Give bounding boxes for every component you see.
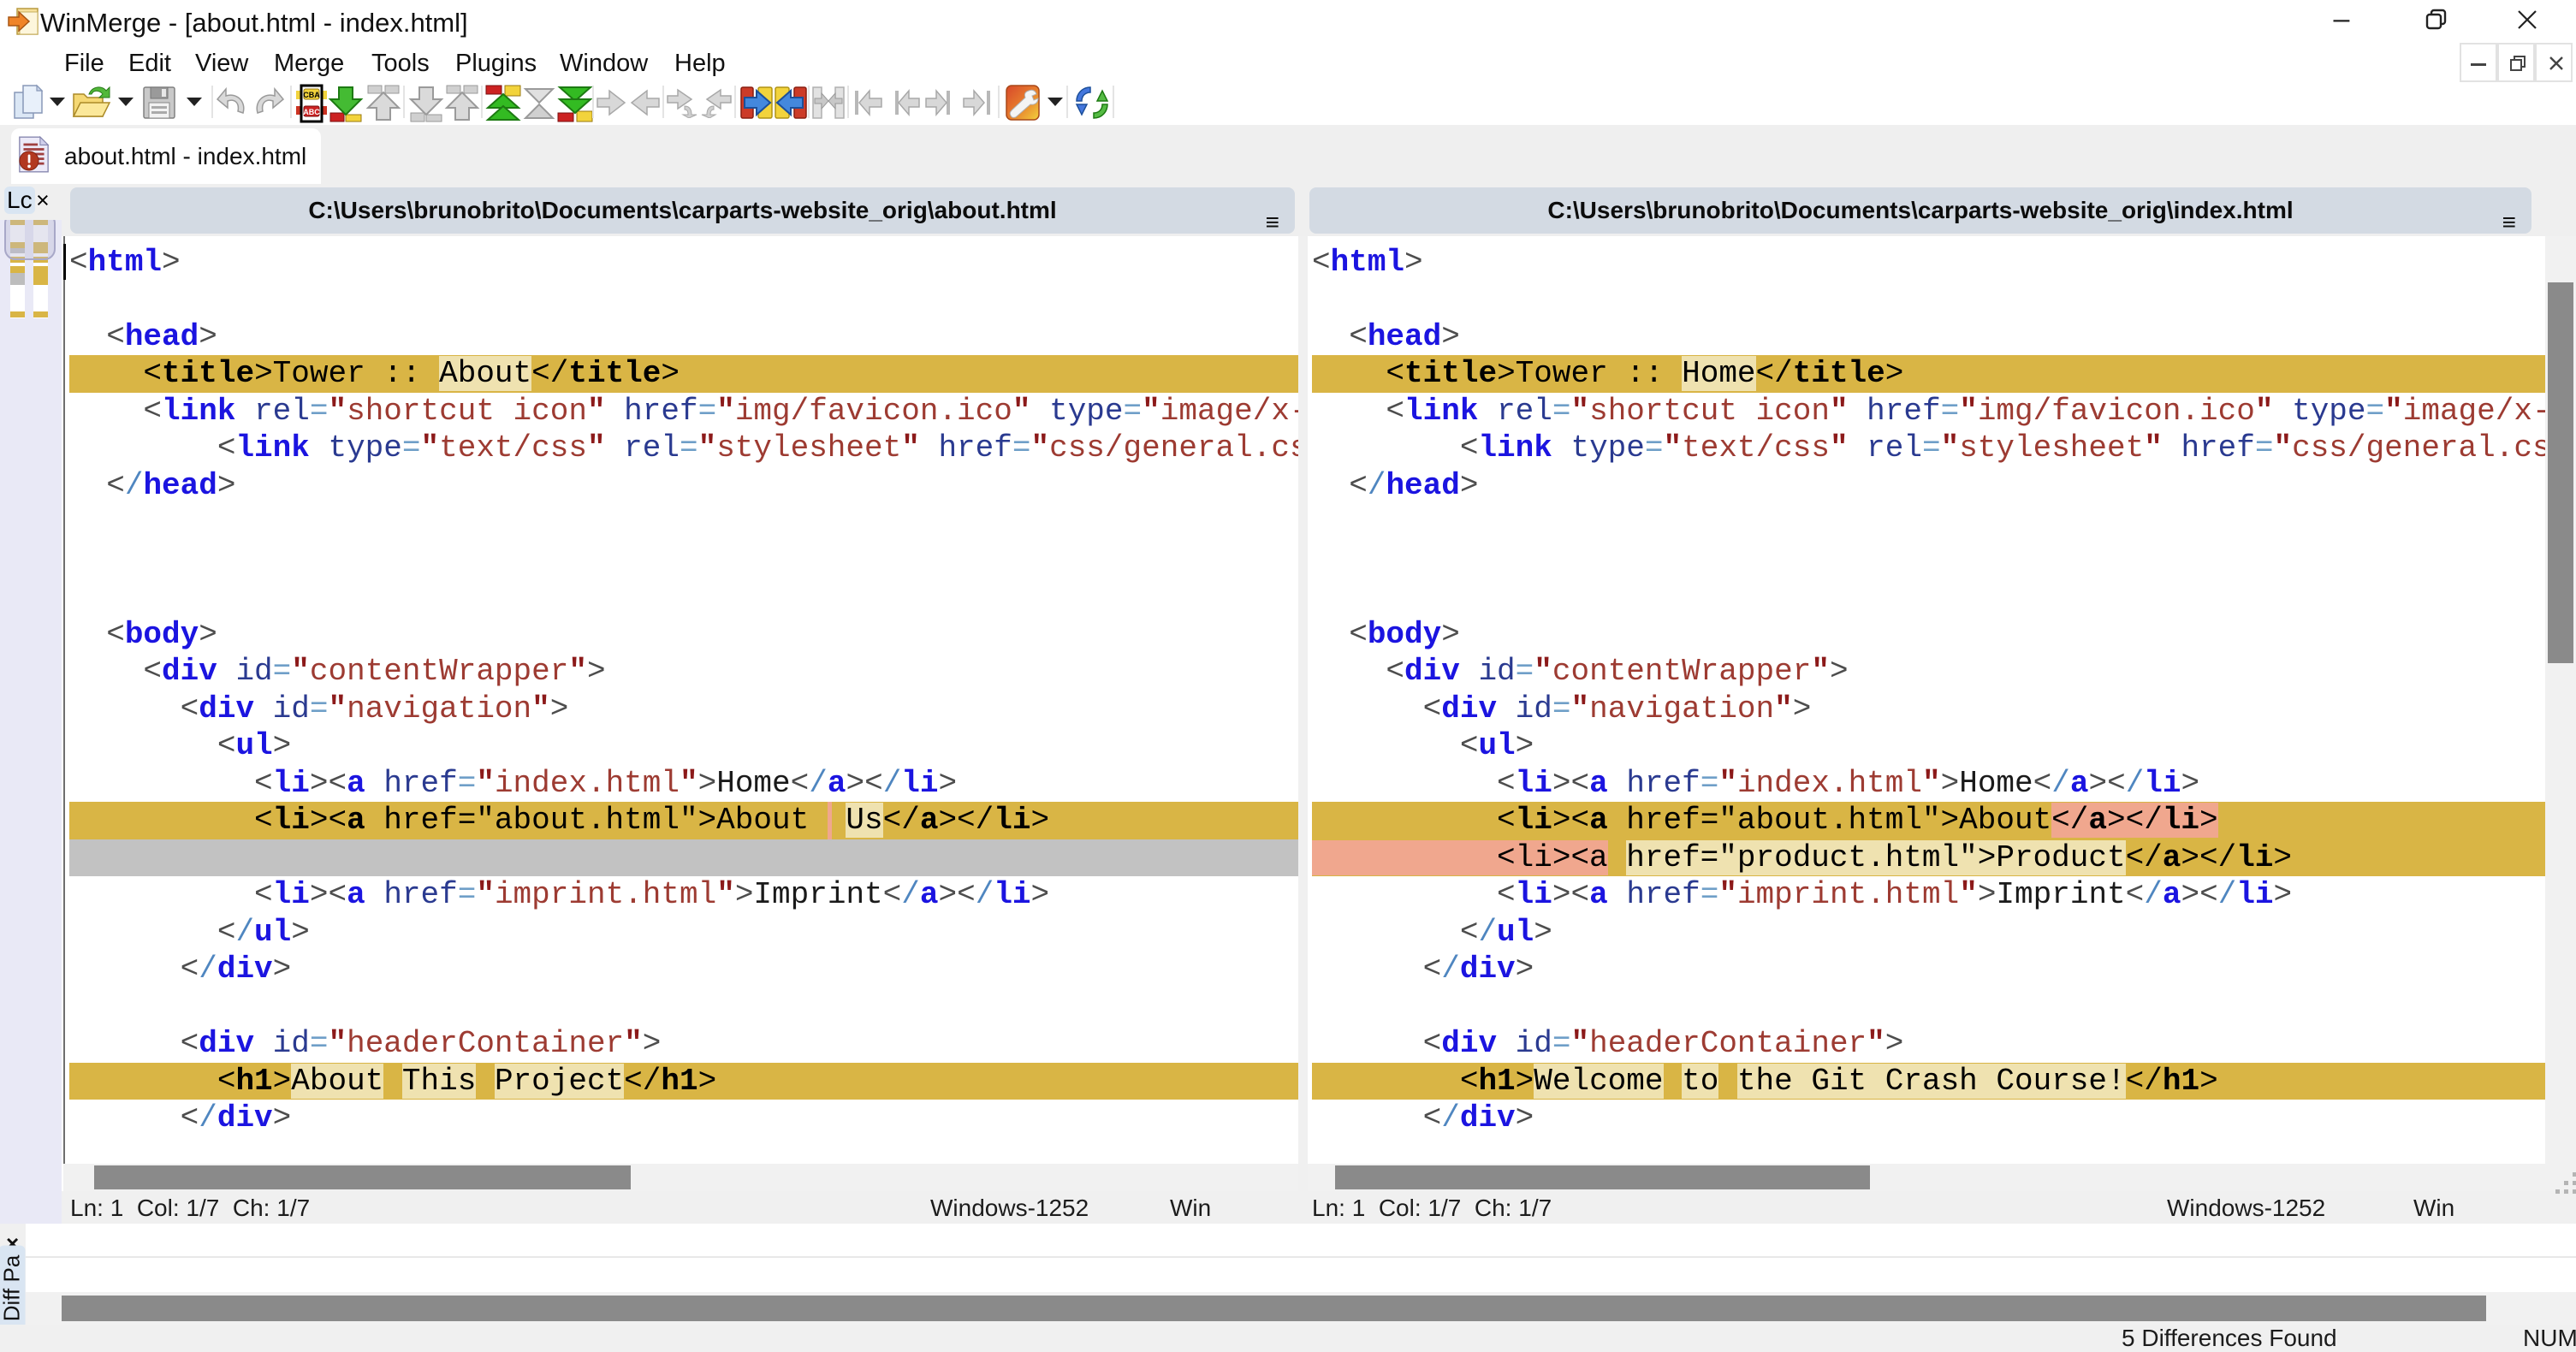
svg-text:ABC: ABC [303,108,320,116]
svg-text:CBA: CBA [303,91,320,99]
